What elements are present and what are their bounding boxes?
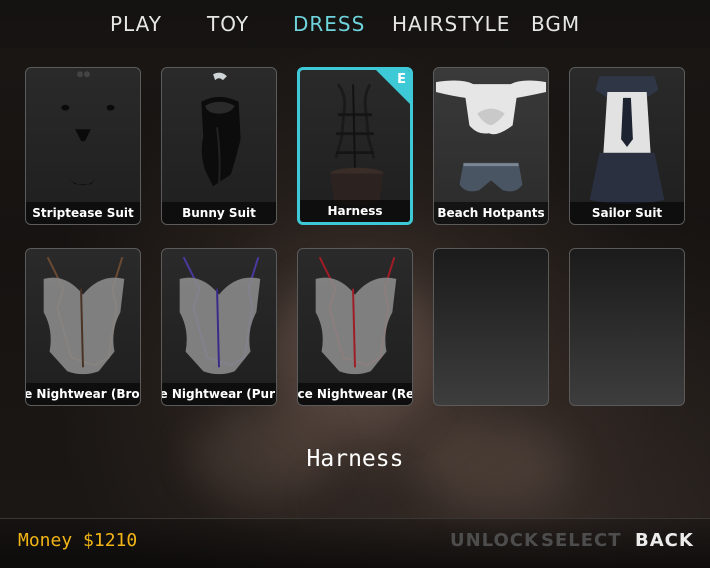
lace-nightwear-icon <box>315 256 397 375</box>
selected-item-name: Harness <box>306 446 404 472</box>
item-label: Striptease Suit <box>26 202 140 224</box>
tab-bgm[interactable]: BGM <box>531 10 580 40</box>
tab-hairstyle[interactable]: HAIRSTYLE <box>392 10 510 40</box>
tab-play[interactable]: PLAY <box>110 10 162 40</box>
dress-item-lace-nightwear-brown[interactable]: Lace Nightwear (Brown) <box>25 248 141 406</box>
money-display: Money $1210 <box>18 530 138 551</box>
category-tabs: PLAY TOY DRESS HAIRSTYLE BGM <box>0 10 710 40</box>
item-label: Sailor Suit <box>570 202 684 224</box>
dress-menu-screen: PLAY TOY DRESS HAIRSTYLE BGM Striptease … <box>0 0 710 568</box>
dress-item-beach-hotpants[interactable]: Beach Hotpants <box>433 67 549 225</box>
unlock-button[interactable]: UNLOCK <box>450 530 539 551</box>
lace-nightwear-icon <box>179 256 261 375</box>
back-button[interactable]: BACK <box>635 530 694 551</box>
background-figure <box>320 480 410 520</box>
dress-item-striptease-suit[interactable]: Striptease Suit <box>25 67 141 225</box>
dress-item-bunny-suit[interactable]: Bunny Suit <box>161 67 277 225</box>
dress-item-lace-nightwear-purple[interactable]: Lace Nightwear (Purple) <box>161 248 277 406</box>
equipped-letter: E <box>397 72 406 87</box>
item-label: Lace Nightwear (Brown) <box>26 383 140 405</box>
sailor-suit-icon <box>589 76 665 204</box>
dress-item-lace-nightwear-red[interactable]: Lace Nightwear (Red) <box>297 248 413 406</box>
item-label: Lace Nightwear (Purple) <box>162 383 276 405</box>
empty-slot <box>569 248 685 406</box>
empty-slot <box>433 248 549 406</box>
item-label: Beach Hotpants <box>434 202 548 224</box>
item-label: Harness <box>300 200 410 222</box>
lace-nightwear-icon <box>43 256 125 375</box>
dress-item-sailor-suit[interactable]: Sailor Suit <box>569 67 685 225</box>
item-label: Bunny Suit <box>162 202 276 224</box>
bunny-suit-icon <box>201 72 241 187</box>
item-label: Lace Nightwear (Red) <box>298 383 412 405</box>
select-button[interactable]: SELECT <box>541 530 622 551</box>
dress-item-harness[interactable]: E Harness <box>297 67 413 225</box>
tab-dress[interactable]: DRESS <box>293 10 365 40</box>
tab-toy[interactable]: TOY <box>207 10 249 40</box>
beach-hotpants-icon <box>435 80 547 192</box>
striptease-suit-icon <box>61 71 115 186</box>
